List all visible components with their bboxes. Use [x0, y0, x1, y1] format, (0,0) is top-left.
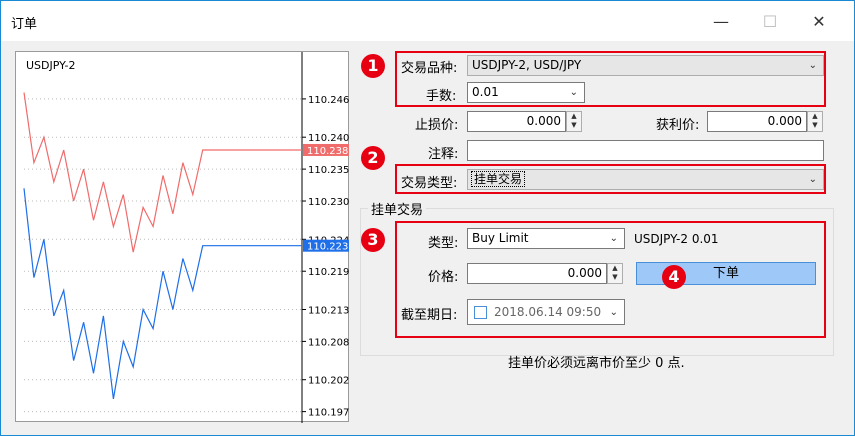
price-tick-label: 110.246: [308, 95, 349, 106]
pending-price-note: 挂单价必须远离市价至少 0 点.: [508, 356, 685, 371]
takeprofit-spinner[interactable]: ▲ ▼: [807, 111, 823, 132]
price-tick-label: 110.202: [308, 376, 349, 387]
symbol-label: 交易品种:: [401, 61, 458, 76]
chevron-down-icon: ⌄: [808, 60, 817, 71]
pending-type-select[interactable]: Buy Limit ⌄: [467, 228, 625, 249]
ordertype-label: 交易类型:: [401, 176, 458, 191]
chart-symbol-label: USDJPY-2: [26, 59, 76, 72]
stoploss-input[interactable]: 0.000: [467, 111, 566, 132]
maximize-button[interactable]: ☐: [755, 9, 785, 35]
series-line-bid: [23, 188, 302, 400]
bid-price-tag-label: 110.223: [307, 242, 348, 253]
chevron-down-icon: ⌄: [569, 87, 578, 98]
chevron-down-icon[interactable]: ⌄: [610, 301, 618, 325]
ordertype-select[interactable]: 挂单交易 ⌄: [467, 169, 824, 190]
tick-chart: USDJPY-2 110.246 110.240 110.235 110.230 110.…: [15, 51, 349, 423]
expiry-value: 2018.06.14 09:50: [494, 305, 602, 319]
minimize-button[interactable]: —: [706, 9, 736, 35]
series-line-ask: [23, 92, 302, 253]
step-badge-4: 4: [662, 265, 686, 289]
ask-price-tag-label: 110.238: [307, 146, 348, 157]
stoploss-spinner[interactable]: ▲ ▼: [566, 111, 582, 132]
type-info: USDJPY-2 0.01: [634, 232, 719, 246]
takeprofit-label: 获利价:: [656, 118, 700, 133]
takeprofit-input[interactable]: 0.000: [707, 111, 807, 132]
tick-chart-svg: USDJPY-2 110.246 110.240 110.235 110.230 110.…: [23, 52, 349, 423]
comment-label: 注释:: [428, 147, 459, 162]
step-badge-3: 3: [361, 228, 385, 252]
ordertype-value: 挂单交易: [470, 171, 526, 187]
price-tick-label: 110.235: [308, 165, 349, 176]
price-tick-label: 110.208: [308, 337, 349, 348]
chevron-down-icon: ⌄: [808, 174, 817, 185]
spin-up-icon[interactable]: ▲: [567, 112, 581, 121]
spin-down-icon[interactable]: ▼: [567, 121, 581, 130]
price-tick-label: 110.197: [308, 408, 349, 419]
volume-select[interactable]: 0.01 ⌄: [467, 82, 585, 103]
spin-down-icon[interactable]: ▼: [608, 273, 622, 282]
expiry-label: 截至期日:: [401, 308, 458, 323]
type-label: 类型:: [428, 236, 459, 251]
spin-down-icon[interactable]: ▼: [808, 121, 822, 130]
price-tick-label: 110.230: [308, 197, 349, 208]
price-input[interactable]: 0.000: [467, 263, 607, 284]
price-label: 价格:: [428, 270, 459, 285]
price-tick-label: 110.240: [308, 133, 349, 144]
step-badge-2: 2: [361, 146, 385, 170]
price-spinner[interactable]: ▲ ▼: [607, 263, 623, 284]
title-bar: 订单 — ☐ ✕: [1, 1, 854, 41]
price-tick-label: 110.219: [308, 267, 349, 278]
pending-type-value: Buy Limit: [472, 231, 529, 245]
spin-up-icon[interactable]: ▲: [808, 112, 822, 121]
chevron-down-icon: ⌄: [609, 233, 618, 244]
comment-input[interactable]: [467, 140, 824, 161]
window-title: 订单: [11, 17, 38, 32]
symbol-value: USDJPY-2, USD/JPY: [472, 58, 582, 72]
price-tick-label: 110.213: [308, 306, 349, 317]
step-badge-1: 1: [361, 54, 385, 78]
volume-label: 手数:: [426, 89, 457, 104]
pending-group-title: 挂单交易: [368, 199, 427, 218]
symbol-select[interactable]: USDJPY-2, USD/JPY ⌄: [467, 55, 824, 76]
stoploss-label: 止损价:: [415, 118, 459, 133]
spin-up-icon[interactable]: ▲: [608, 264, 622, 273]
expiry-datetime-picker[interactable]: 2018.06.14 09:50 ⌄: [467, 299, 625, 325]
expiry-checkbox[interactable]: [474, 306, 487, 319]
volume-value: 0.01: [472, 85, 499, 99]
close-button[interactable]: ✕: [804, 9, 834, 35]
